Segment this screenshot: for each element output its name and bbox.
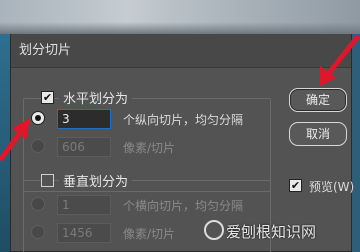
- background-right-edge: [352, 34, 360, 252]
- horizontal-pixels-suffix: 像素/切片: [123, 141, 176, 155]
- background-left-edge: [0, 34, 10, 252]
- background-image: [0, 0, 360, 34]
- vertical-count-radio[interactable]: [31, 197, 45, 211]
- horizontal-count-radio[interactable]: [31, 111, 45, 125]
- vertical-count-suffix: 个横向切片，均匀分隔: [123, 199, 244, 213]
- horizontal-pixels-radio[interactable]: [31, 139, 45, 153]
- vertical-pixels-suffix: 像素/切片: [123, 227, 176, 241]
- horizontal-count-suffix: 个纵向切片，均匀分隔: [123, 113, 244, 127]
- preview-checkbox[interactable]: ✔: [289, 179, 302, 192]
- ok-button[interactable]: 确定: [289, 88, 347, 112]
- horizontal-count-input[interactable]: 3: [57, 109, 111, 129]
- horizontal-divide-checkbox[interactable]: ✔: [41, 91, 54, 104]
- horizontal-pixels-input[interactable]: 606: [57, 137, 111, 157]
- vertical-pixels-radio[interactable]: [31, 225, 45, 239]
- cancel-button[interactable]: 取消: [289, 122, 347, 146]
- preview-label: 预览(W): [309, 180, 355, 194]
- horizontal-divide-label: 水平划分为: [59, 88, 133, 107]
- divide-slice-dialog: 划分切片 ✔ 水平划分为 3 个纵向切片，均匀分隔 606 像素/切片 垂直划分…: [10, 34, 355, 252]
- vertical-divide-label: 垂直划分为: [59, 171, 133, 190]
- dialog-title: 划分切片: [11, 34, 351, 68]
- vertical-count-input[interactable]: 1: [57, 195, 111, 215]
- watermark-text: 爱刨根知识网: [226, 223, 317, 241]
- vertical-divide-checkbox[interactable]: [41, 174, 54, 187]
- vertical-pixels-input[interactable]: 1456: [57, 223, 111, 243]
- watermark-logo-icon: [204, 220, 224, 240]
